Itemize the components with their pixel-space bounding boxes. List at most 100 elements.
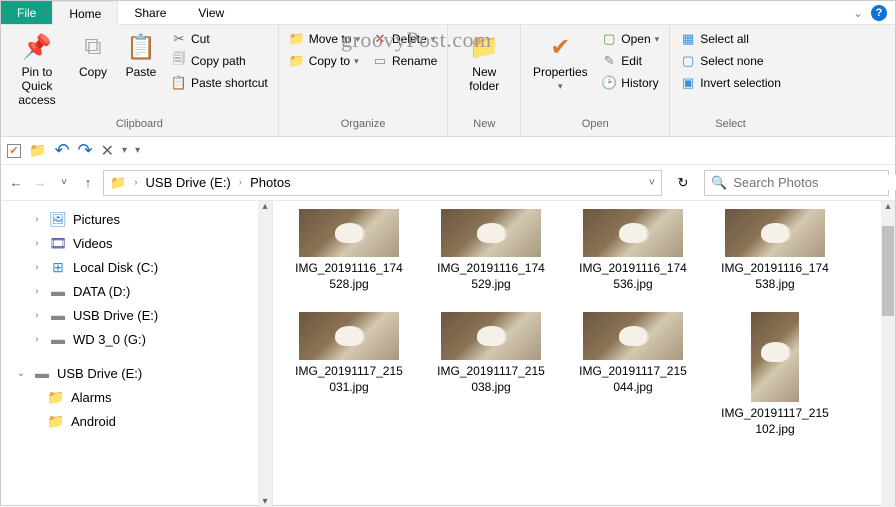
nav-subfolder[interactable]: 📁Alarms [3,385,270,409]
nav-item-label: Local Disk (C:) [73,260,158,275]
nav-item[interactable]: ›⊞Local Disk (C:) [3,255,270,279]
qat-dropdown-icon[interactable]: ▾ [122,145,127,156]
properties-button[interactable]: ✔ Properties ▾ [527,29,593,94]
nav-drive-root[interactable]: ⌄ ▬ USB Drive (E:) [3,361,270,385]
group-organize: 📁 Move to ▾ 📁 Copy to ▾ ✕ Delete ▾ ▭ [279,25,449,136]
qat-folder-icon[interactable]: 📁 [29,142,46,159]
file-name-label: IMG_20191116_174538.jpg [719,261,831,292]
back-button[interactable]: ← [7,174,25,192]
nav-item[interactable]: ›🎞Videos [3,231,270,255]
rename-button[interactable]: ▭ Rename [368,51,441,71]
collapse-ribbon-icon[interactable]: ⌄ [853,6,863,20]
file-name-label: IMG_20191117_215102.jpg [719,406,831,437]
folder-icon: 📁 [47,412,65,430]
breadcrumb-drive[interactable]: USB Drive (E:) [146,175,231,190]
file-item[interactable]: IMG_20191117_215031.jpg [293,312,405,437]
nav-item-label: Videos [73,236,113,251]
paste-icon: 📋 [125,31,157,63]
tab-file[interactable]: File [1,1,52,24]
file-item[interactable]: IMG_20191117_215044.jpg [577,312,689,437]
copy-button[interactable]: ⧉ Copy [71,29,115,81]
recent-locations-button[interactable]: ˅ [55,174,73,192]
qat-checkbox-icon[interactable]: ✔ [7,144,21,158]
select-all-icon: ▦ [680,31,696,47]
tab-share[interactable]: Share [118,1,182,24]
qat-undo-icon[interactable]: ↶ [54,140,69,161]
qat-delete-icon[interactable]: ✕ [101,141,114,161]
disk-icon: ▬ [49,282,67,300]
file-thumbnail [441,209,541,257]
file-name-label: IMG_20191117_215038.jpg [435,364,547,395]
content-scrollbar[interactable]: ▴ [881,201,895,507]
nav-subfolder[interactable]: 📁Android [3,409,270,433]
qat-redo-icon[interactable]: ↷ [78,140,93,161]
copy-path-button[interactable]: 🗐 Copy path [167,51,272,71]
new-folder-button[interactable]: 📁 New folder [454,29,514,95]
expand-icon[interactable]: › [31,238,43,249]
chevron-right-icon[interactable]: › [134,177,137,188]
scroll-up-icon[interactable]: ▴ [885,201,890,212]
chevron-right-icon[interactable]: › [239,177,242,188]
file-item[interactable]: IMG_20191116_174536.jpg [577,209,689,292]
expand-icon[interactable]: › [31,262,43,273]
copy-label: Copy [79,65,107,79]
file-item[interactable]: IMG_20191117_215038.jpg [435,312,547,437]
up-button[interactable]: ↑ [79,174,97,192]
paste-button[interactable]: 📋 Paste [119,29,163,81]
address-bar[interactable]: 📁 › USB Drive (E:) › Photos ˅ [103,170,662,196]
nav-item[interactable]: ›▬DATA (D:) [3,279,270,303]
history-button[interactable]: 🕑 History [597,73,663,93]
expand-icon[interactable]: › [31,214,43,225]
delete-icon: ✕ [372,31,388,47]
nav-item[interactable]: ›▬USB Drive (E:) [3,303,270,327]
rename-label: Rename [392,54,437,68]
select-none-label: Select none [700,54,763,68]
nav-scrollbar[interactable]: ▴ ▾ [258,201,272,507]
nav-drive-root-label: USB Drive (E:) [57,366,142,381]
nav-item-label: WD 3_0 (G:) [73,332,146,347]
cut-button[interactable]: ✂ Cut [167,29,272,49]
expand-icon[interactable]: › [31,310,43,321]
refresh-button[interactable]: ↻ [668,170,698,196]
pin-to-quick-access-button[interactable]: 📌 Pin to Quick access [7,29,67,109]
copy-path-label: Copy path [191,54,246,68]
forward-button[interactable]: → [31,174,49,192]
search-input[interactable] [733,175,896,190]
tab-view[interactable]: View [182,1,240,24]
scroll-down-icon[interactable]: ▾ [262,496,267,507]
qat-customize-icon[interactable]: ▾ [135,145,140,156]
navigation-pane: ›🖼Pictures›🎞Videos›⊞Local Disk (C:)›▬DAT… [1,201,273,507]
address-dropdown-icon[interactable]: ˅ [649,177,655,189]
file-item[interactable]: IMG_20191117_215102.jpg [719,312,831,437]
open-button[interactable]: ▢ Open ▾ [597,29,663,49]
edit-button[interactable]: ✎ Edit [597,51,663,71]
help-icon[interactable]: ? [871,5,887,21]
select-all-button[interactable]: ▦ Select all [676,29,785,49]
expand-icon[interactable]: › [31,334,43,345]
file-item[interactable]: IMG_20191116_174529.jpg [435,209,547,292]
scroll-up-icon[interactable]: ▴ [262,201,267,212]
breadcrumb-folder[interactable]: Photos [250,175,290,190]
scrollbar-thumb[interactable] [882,226,894,316]
dropdown-icon: ▾ [655,34,660,45]
select-none-button[interactable]: ▢ Select none [676,51,785,71]
file-item[interactable]: IMG_20191116_174538.jpg [719,209,831,292]
tab-home[interactable]: Home [52,1,118,25]
new-folder-label: New folder [456,65,512,93]
expand-icon[interactable]: ⌄ [15,368,27,379]
select-none-icon: ▢ [680,53,696,69]
pin-label: Pin to Quick access [9,65,65,107]
nav-item[interactable]: ›🖼Pictures [3,207,270,231]
file-name-label: IMG_20191116_174529.jpg [435,261,547,292]
copy-to-button[interactable]: 📁 Copy to ▾ [285,51,364,71]
expand-icon[interactable]: › [31,286,43,297]
nav-item[interactable]: ›▬WD 3_0 (G:) [3,327,270,351]
group-open-label: Open [527,116,663,132]
file-item[interactable]: IMG_20191116_174528.jpg [293,209,405,292]
move-to-button[interactable]: 📁 Move to ▾ [285,29,364,49]
search-box[interactable]: 🔍 [704,170,889,196]
pin-icon: 📌 [21,31,53,63]
invert-selection-button[interactable]: ▣ Invert selection [676,73,785,93]
paste-shortcut-button[interactable]: 📋 Paste shortcut [167,73,272,93]
delete-button[interactable]: ✕ Delete ▾ [368,29,441,49]
